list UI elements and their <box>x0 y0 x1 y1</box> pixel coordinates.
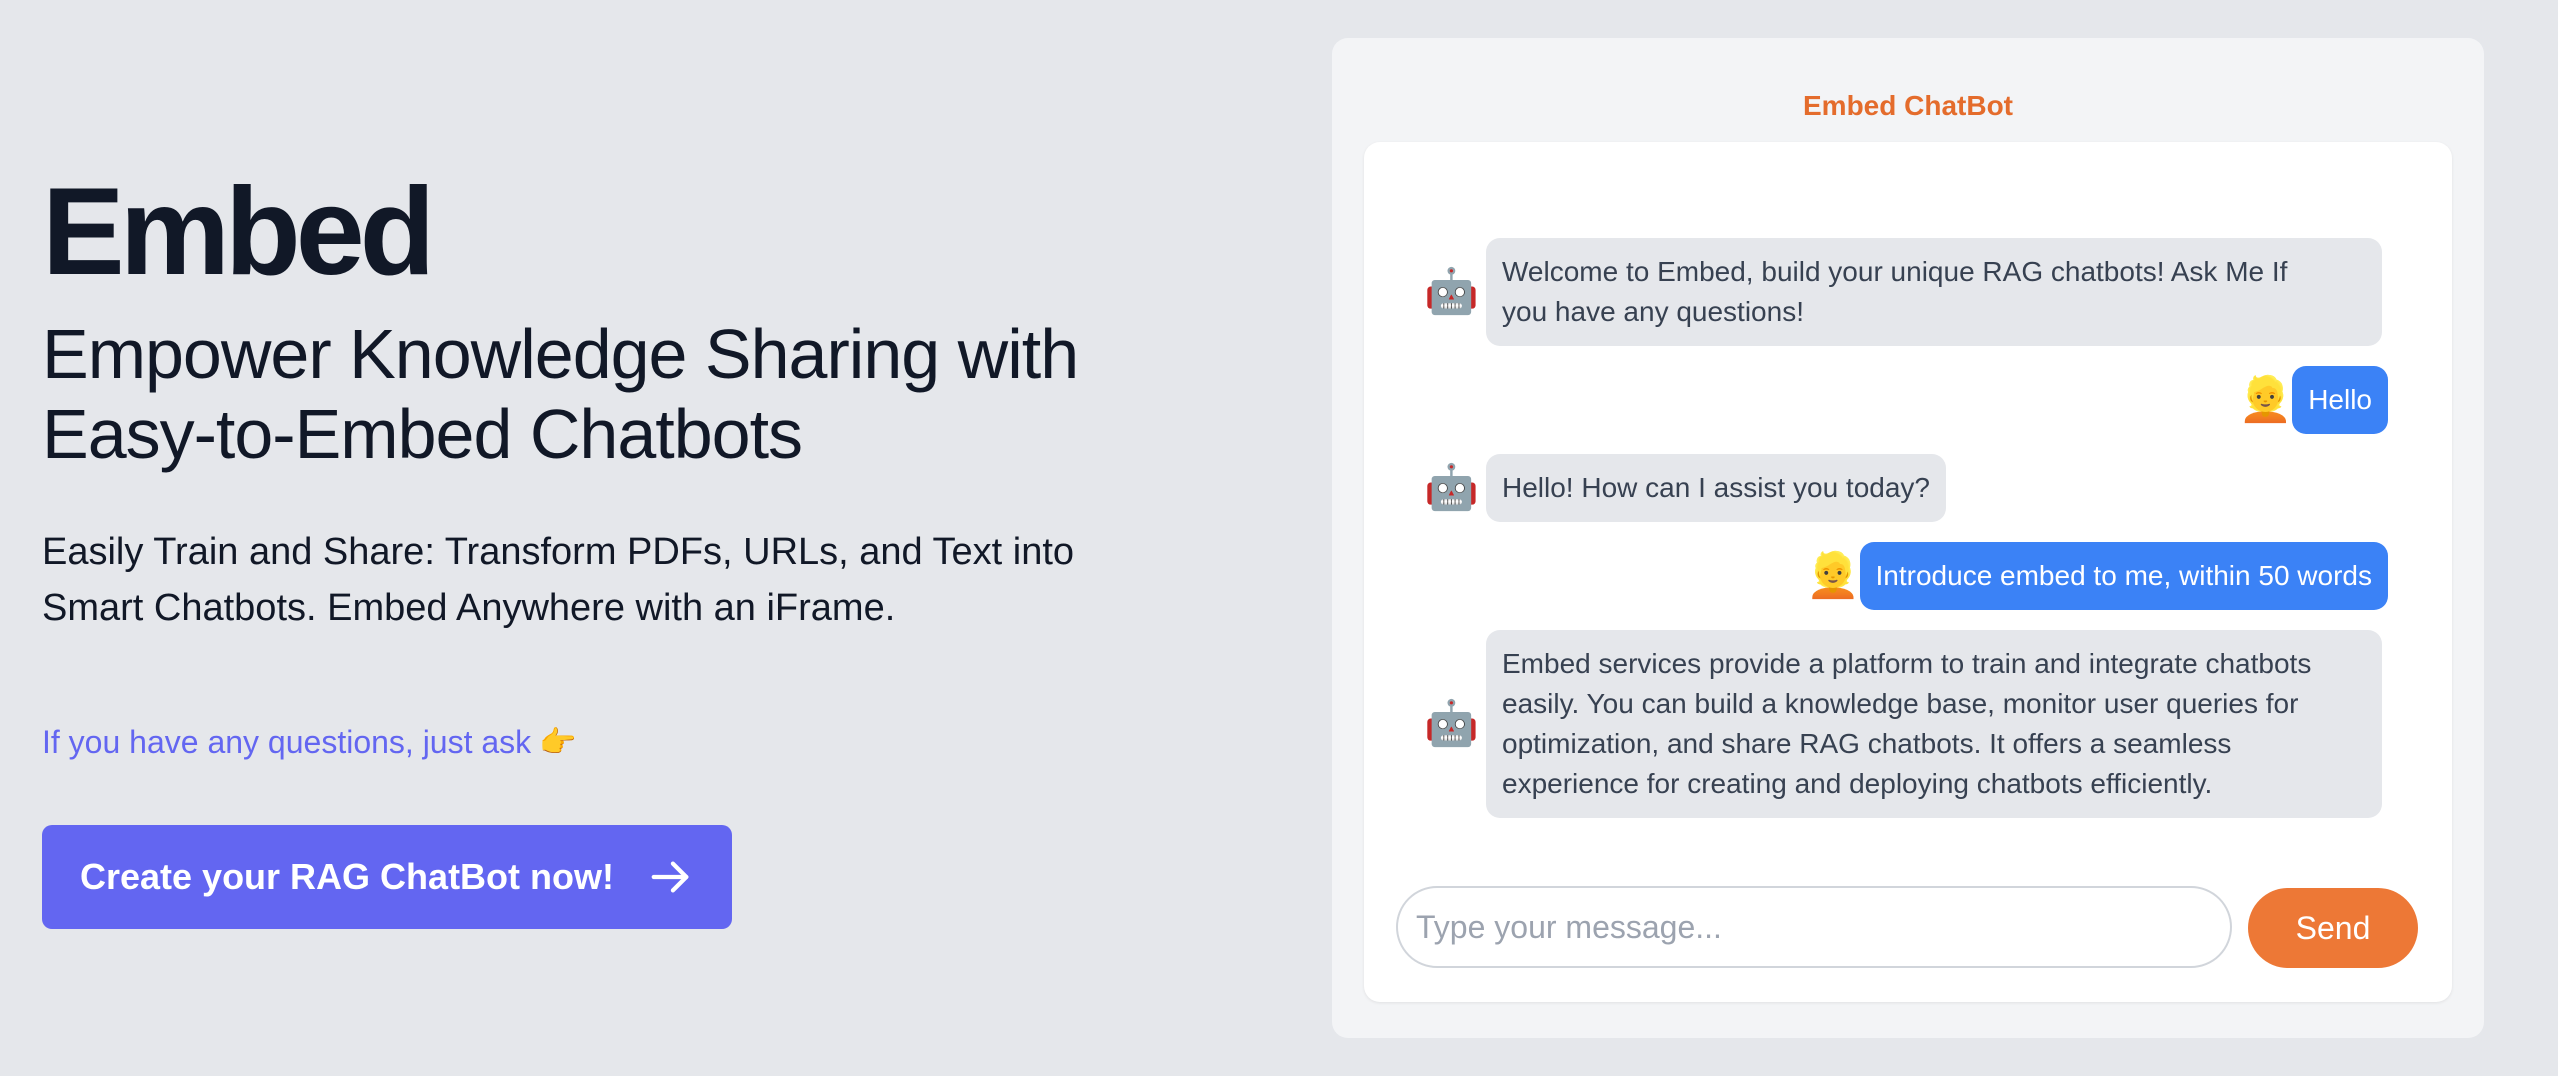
composer: Send <box>1396 886 2420 970</box>
chatbot-title: Embed ChatBot <box>1803 90 2013 121</box>
message-user-1: 👱 Hello <box>2238 366 2388 434</box>
description-line-1: Easily Train and Share: Transform PDFs, … <box>42 531 1075 573</box>
create-chatbot-button-label: Create your RAG ChatBot now! <box>79 856 615 897</box>
robot-avatar-icon: 🤖 <box>1424 463 1479 512</box>
arrow-right-icon <box>651 861 689 893</box>
robot-avatar-icon: 🤖 <box>1424 699 1479 748</box>
message-user-2: 👱 Introduce embed to me, within 50 words <box>1806 542 2388 610</box>
message-bot-2: 🤖 Hello! How can I assist you today? <box>1424 454 1946 522</box>
user-avatar-icon: 👱 <box>2238 375 2293 424</box>
message-bot-3: 🤖 Embed services provide a platform to t… <box>1424 630 2382 818</box>
bot-message-bubble: Welcome to Embed, build your unique RAG … <box>1486 238 2382 346</box>
message-bot-1: 🤖 Welcome to Embed, build your unique RA… <box>1424 238 2382 346</box>
chat-window: 🤖 Welcome to Embed, build your unique RA… <box>1364 142 2452 1002</box>
user-message-bubble: Introduce embed to me, within 50 words <box>1859 542 2388 610</box>
description-line-2: Smart Chatbots. Embed Anywhere with an i… <box>42 587 896 629</box>
tagline-line-1: Empower Knowledge Sharing with <box>42 315 1079 393</box>
bot-message-bubble: Hello! How can I assist you today? <box>1486 454 1946 522</box>
send-button[interactable]: Send <box>2248 888 2418 968</box>
hero-section: Embed Empower Knowledge Sharing with Eas… <box>42 150 1192 929</box>
ask-prompt-text: If you have any questions, just ask <box>42 724 532 760</box>
bot-message-bubble: Embed services provide a platform to tra… <box>1486 630 2382 818</box>
description: Easily Train and Share: Transform PDFs, … <box>42 524 1172 636</box>
robot-avatar-icon: 🤖 <box>1424 267 1479 316</box>
bubble-line: optimization, and share RAG chatbots. It… <box>1502 728 2232 759</box>
brand-title: Embed <box>42 163 435 301</box>
user-message-bubble: Hello <box>2292 366 2388 434</box>
message-input[interactable] <box>1396 886 2232 968</box>
tagline: Empower Knowledge Sharing with Easy-to-E… <box>42 314 1192 474</box>
tagline-line-2: Easy-to-Embed Chatbots <box>42 395 803 473</box>
ask-prompt: If you have any questions, just ask 👉 <box>42 724 1192 761</box>
user-avatar-icon: 👱 <box>1805 551 1861 600</box>
bubble-line: Welcome to Embed, build your unique RAG … <box>1502 256 2288 287</box>
chatbot-panel: Embed ChatBot 🤖 Welcome to Embed, build … <box>1332 38 2484 1038</box>
pointing-hand-icon: 👉 <box>539 726 577 759</box>
bubble-line: easily. You can build a knowledge base, … <box>1502 688 2299 719</box>
bubble-line: you have any questions! <box>1502 296 1804 327</box>
create-chatbot-button[interactable]: Create your RAG ChatBot now! <box>42 825 732 929</box>
bubble-line: Embed services provide a platform to tra… <box>1502 648 2312 679</box>
bubble-line: experience for creating and deploying ch… <box>1502 768 2213 799</box>
